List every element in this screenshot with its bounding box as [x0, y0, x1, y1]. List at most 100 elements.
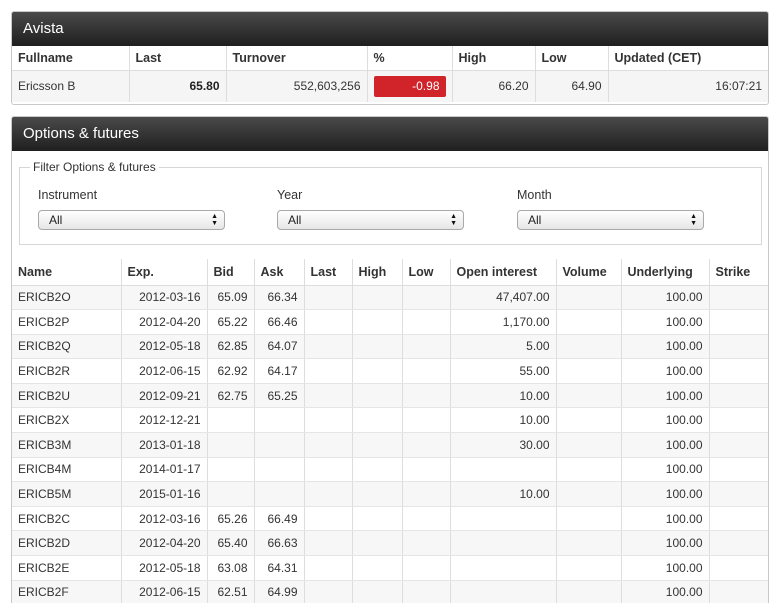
cell-name[interactable]: ERICB2E: [12, 555, 122, 581]
cell-name[interactable]: ERICB2O: [12, 285, 122, 311]
cell-bid: 62.51: [207, 580, 255, 603]
cell-ask: 64.99: [254, 580, 305, 603]
table-row[interactable]: ERICB2F 2012-06-15 62.51 64.99 100.00: [12, 580, 768, 603]
table-row[interactable]: ERICB2U 2012-09-21 62.75 65.25 10.00 100.00: [12, 383, 768, 409]
cell-exp: 2012-04-20: [121, 530, 208, 557]
cell-name[interactable]: ERICB2Q: [12, 334, 122, 360]
cell-open-interest: 55.00: [450, 358, 557, 384]
cell-low: [402, 481, 451, 507]
cell-last: [304, 285, 353, 311]
cell-strike: [709, 432, 768, 458]
table-row[interactable]: ERICB2D 2012-04-20 65.40 66.63 100.00: [12, 530, 768, 557]
cell-volume: [556, 285, 622, 311]
cell-open-interest: [450, 506, 557, 532]
cell-underlying: 100.00: [621, 481, 710, 507]
table-row[interactable]: ERICB4M 2014-01-17 100.00: [12, 457, 768, 483]
table-row[interactable]: ERICB2P 2012-04-20 65.22 66.46 1,170.00 100.0…: [12, 309, 768, 335]
cell-ask: 65.25: [254, 383, 305, 409]
cell-open-interest: 1,170.00: [450, 309, 557, 335]
percent-change-badge: -0.98: [373, 75, 446, 97]
cell-ask: [254, 407, 305, 434]
instrument-select-value: All: [49, 213, 63, 227]
col-exp[interactable]: Exp.: [121, 259, 208, 286]
month-select-value: All: [528, 213, 542, 227]
cell-underlying: 100.00: [621, 334, 710, 360]
col-underlying[interactable]: Underlying: [621, 259, 710, 286]
month-select[interactable]: All ▲ ▼: [517, 210, 704, 230]
cell-name[interactable]: ERICB2R: [12, 358, 122, 384]
cell-high: [352, 407, 403, 434]
cell-strike: [709, 334, 768, 360]
cell-open-interest: [450, 555, 557, 581]
col-volume[interactable]: Volume: [556, 259, 622, 286]
cell-last: [304, 506, 353, 532]
cell-volume: [556, 555, 622, 581]
table-row[interactable]: ERICB2E 2012-05-18 63.08 64.31 100.00: [12, 555, 768, 581]
col-name[interactable]: Name: [12, 259, 122, 286]
cell-volume: [556, 334, 622, 360]
cell-open-interest: 47,407.00: [450, 285, 557, 311]
table-row[interactable]: ERICB2Q 2012-05-18 62.85 64.07 5.00 100.00: [12, 334, 768, 360]
quote-turnover: 552,603,256: [226, 70, 368, 102]
cell-high: [352, 383, 403, 409]
cell-strike: [709, 457, 768, 483]
month-label: Month: [517, 188, 552, 202]
cell-name[interactable]: ERICB4M: [12, 457, 122, 483]
col-ask[interactable]: Ask: [254, 259, 305, 286]
col-open-interest[interactable]: Open interest: [450, 259, 557, 286]
quote-low: 64.90: [535, 70, 609, 102]
table-row[interactable]: ERICB2C 2012-03-16 65.26 66.49 100.00: [12, 506, 768, 532]
table-row[interactable]: ERICB3M 2013-01-18 30.00 100.00: [12, 432, 768, 458]
cell-bid: 65.22: [207, 309, 255, 335]
cell-underlying: 100.00: [621, 432, 710, 458]
col-low[interactable]: Low: [402, 259, 451, 286]
table-row[interactable]: ERICB2X 2012-12-21 10.00 100.00: [12, 407, 768, 434]
cell-strike: [709, 358, 768, 384]
col-updated: Updated (CET): [608, 46, 768, 71]
cell-last: [304, 530, 353, 557]
cell-underlying: 100.00: [621, 555, 710, 581]
cell-low: [402, 309, 451, 335]
col-low: Low: [535, 46, 609, 71]
instrument-select[interactable]: All ▲ ▼: [38, 210, 225, 230]
cell-name[interactable]: ERICB3M: [12, 432, 122, 458]
cell-name[interactable]: ERICB2F: [12, 580, 122, 603]
cell-open-interest: 10.00: [450, 481, 557, 507]
cell-low: [402, 506, 451, 532]
cell-low: [402, 555, 451, 581]
cell-name[interactable]: ERICB2D: [12, 530, 122, 557]
cell-exp: 2012-05-18: [121, 555, 208, 581]
instrument-filter: Instrument All ▲ ▼: [38, 188, 225, 230]
table-row[interactable]: ERICB5M 2015-01-16 10.00 100.00: [12, 481, 768, 507]
col-high[interactable]: High: [352, 259, 403, 286]
table-row[interactable]: ERICB2R 2012-06-15 62.92 64.17 55.00 100.00: [12, 358, 768, 384]
table-row[interactable]: ERICB2O 2012-03-16 65.09 66.34 47,407.00 100.…: [12, 285, 768, 311]
cell-low: [402, 285, 451, 311]
cell-high: [352, 309, 403, 335]
year-select[interactable]: All ▲ ▼: [277, 210, 464, 230]
col-bid[interactable]: Bid: [207, 259, 255, 286]
cell-bid: [207, 432, 255, 458]
cell-strike: [709, 481, 768, 507]
cell-name[interactable]: ERICB2P: [12, 309, 122, 335]
col-strike[interactable]: Strike: [709, 259, 768, 286]
col-last[interactable]: Last: [304, 259, 353, 286]
cell-high: [352, 334, 403, 360]
cell-name[interactable]: ERICB2X: [12, 407, 122, 434]
cell-name[interactable]: ERICB5M: [12, 481, 122, 507]
filter-legend: Filter Options & futures: [30, 160, 159, 174]
cell-exp: 2013-01-18: [121, 432, 208, 458]
filter-fieldset: Filter Options & futures Instrument All …: [19, 160, 762, 245]
cell-exp: 2012-05-18: [121, 334, 208, 360]
cell-open-interest: 10.00: [450, 407, 557, 434]
cell-bid: 65.40: [207, 530, 255, 557]
cell-open-interest: 10.00: [450, 383, 557, 409]
cell-name[interactable]: ERICB2C: [12, 506, 122, 532]
cell-last: [304, 383, 353, 409]
cell-name[interactable]: ERICB2U: [12, 383, 122, 409]
year-filter: Year All ▲ ▼: [277, 188, 464, 230]
cell-strike: [709, 530, 768, 557]
cell-last: [304, 334, 353, 360]
cell-bid: 63.08: [207, 555, 255, 581]
cell-low: [402, 530, 451, 557]
